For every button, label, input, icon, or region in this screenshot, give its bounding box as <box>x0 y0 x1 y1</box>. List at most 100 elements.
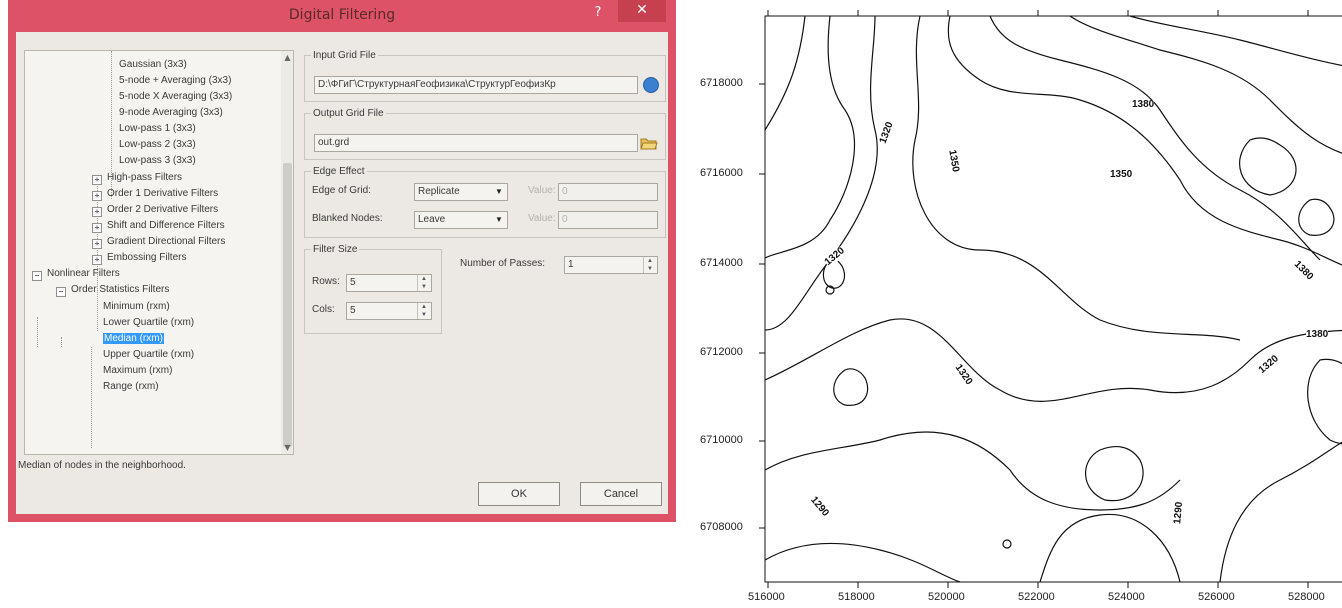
tree-item-highpass[interactable]: High-pass Filters <box>107 172 182 183</box>
cols-label: Cols: <box>312 304 335 315</box>
tree-item-5node-x[interactable]: 5-node X Averaging (3x3) <box>119 91 232 102</box>
blanked-nodes-value: Leave <box>418 214 446 225</box>
edge-effect-legend: Edge Effect <box>313 166 365 177</box>
expand-icon[interactable]: + <box>92 207 102 217</box>
chevron-down-icon: ▼ <box>495 215 503 224</box>
tree-item-lowpass3[interactable]: Low-pass 3 (3x3) <box>119 155 196 166</box>
x-tick-label: 526000 <box>1198 591 1235 603</box>
ok-button[interactable]: OK <box>478 482 560 506</box>
blanked-value-field[interactable]: 0 <box>558 211 658 229</box>
y-tick-label: 6710000 <box>700 434 743 446</box>
tree-item-upper-quartile[interactable]: Upper Quartile (rxm) <box>103 349 194 360</box>
filter-tree[interactable]: Gaussian (3x3) 5-node + Averaging (3x3) … <box>24 50 294 455</box>
tree-item-minimum[interactable]: Minimum (rxm) <box>103 301 170 312</box>
spinner-arrows-icon[interactable]: ▲ ▼ <box>643 257 656 273</box>
spinner-arrows-icon[interactable]: ▲ ▼ <box>417 303 430 319</box>
tree-scrollbar[interactable]: ▲ ▼ <box>281 51 293 454</box>
y-tick-label: 6718000 <box>700 77 743 89</box>
tree-item-shift-diff[interactable]: Shift and Difference Filters <box>107 220 225 231</box>
title-bar[interactable]: Digital Filtering ? ✕ <box>8 0 676 32</box>
edge-of-grid-value: Replicate <box>418 186 460 197</box>
tree-item-order2[interactable]: Order 2 Derivative Filters <box>107 204 218 215</box>
input-grid-legend: Input Grid File <box>313 50 376 61</box>
dialog-title: Digital Filtering <box>288 7 396 23</box>
expand-icon[interactable]: + <box>92 191 102 201</box>
collapse-icon[interactable]: − <box>56 287 66 297</box>
cancel-button[interactable]: Cancel <box>580 482 662 506</box>
tree-item-gaussian[interactable]: Gaussian (3x3) <box>119 59 187 70</box>
expand-icon[interactable]: + <box>92 175 102 185</box>
tree-guide <box>91 347 92 448</box>
tree-guide <box>37 317 38 347</box>
y-tick-label: 6708000 <box>700 521 743 533</box>
edge-of-grid-label: Edge of Grid: <box>312 185 371 196</box>
x-tick-label: 520000 <box>928 591 965 603</box>
scroll-up-icon[interactable]: ▲ <box>283 53 292 63</box>
blanked-value-label: Value: <box>528 213 556 224</box>
dialog-client: Gaussian (3x3) 5-node + Averaging (3x3) … <box>16 32 668 514</box>
tree-item-range[interactable]: Range (rxm) <box>103 381 159 392</box>
expand-icon[interactable]: + <box>92 239 102 249</box>
contour-label: 1380 <box>1132 99 1155 110</box>
contour-label: 1290 <box>1172 501 1186 525</box>
y-axis-ticks <box>759 83 765 529</box>
y-tick-label: 6716000 <box>700 167 743 179</box>
passes-label: Number of Passes: <box>460 258 546 269</box>
spinner-arrows-icon[interactable]: ▲ ▼ <box>417 275 430 291</box>
contour-plot <box>759 10 1342 588</box>
edge-value-label: Value: <box>528 185 556 196</box>
input-grid-field[interactable]: D:\ФГиГ\СтруктурнаяГеофизика\СтруктурГео… <box>314 76 638 94</box>
tree-item-gradient[interactable]: Gradient Directional Filters <box>107 236 225 247</box>
chevron-down-icon: ▼ <box>495 187 503 196</box>
output-grid-legend: Output Grid File <box>313 108 384 119</box>
contour-label: 1380 <box>1306 329 1329 340</box>
cols-value: 5 <box>350 305 356 316</box>
edge-value-field[interactable]: 0 <box>558 183 658 201</box>
scroll-down-icon[interactable]: ▼ <box>283 443 292 453</box>
tree-item-nonlinear[interactable]: Nonlinear Filters <box>47 268 120 279</box>
tree-item-maximum[interactable]: Maximum (rxm) <box>103 365 172 376</box>
x-tick-label: 524000 <box>1108 591 1145 603</box>
info-icon[interactable] <box>643 77 659 93</box>
filter-size-legend: Filter Size <box>313 244 358 255</box>
tree-item-order1[interactable]: Order 1 Derivative Filters <box>107 188 218 199</box>
tree-item-lowpass1[interactable]: Low-pass 1 (3x3) <box>119 123 196 134</box>
blanked-nodes-label: Blanked Nodes: <box>312 213 383 224</box>
rows-value: 5 <box>350 277 356 288</box>
digital-filtering-dialog: Digital Filtering ? ✕ Gaussian (3x3) 5-n… <box>8 0 676 522</box>
rows-spinner[interactable]: 5 ▲ ▼ <box>346 274 432 292</box>
contour-lines <box>764 15 1342 583</box>
scroll-thumb[interactable] <box>283 163 292 447</box>
x-axis-ticks <box>767 10 1309 588</box>
output-grid-field[interactable]: out.grd <box>314 134 638 152</box>
blanked-nodes-select[interactable]: Leave ▼ <box>414 211 508 229</box>
tree-item-9node[interactable]: 9-node Averaging (3x3) <box>119 107 223 118</box>
tree-item-lower-quartile[interactable]: Lower Quartile (rxm) <box>103 317 194 328</box>
tree-item-lowpass2[interactable]: Low-pass 2 (3x3) <box>119 139 196 150</box>
y-tick-label: 6714000 <box>700 257 743 269</box>
close-button[interactable]: ✕ <box>618 0 666 22</box>
tree-item-median[interactable]: Median (rxm) <box>103 333 164 344</box>
expand-icon[interactable]: + <box>92 255 102 265</box>
tree-item-5node-plus[interactable]: 5-node + Averaging (3x3) <box>119 75 231 86</box>
passes-spinner[interactable]: 1 ▲ ▼ <box>564 256 658 274</box>
open-folder-icon[interactable] <box>640 135 658 150</box>
rows-label: Rows: <box>312 276 340 287</box>
x-tick-label: 516000 <box>748 591 785 603</box>
help-button[interactable]: ? <box>589 4 607 22</box>
x-tick-label: 522000 <box>1018 591 1055 603</box>
cols-spinner[interactable]: 5 ▲ ▼ <box>346 302 432 320</box>
contour-label: 1350 <box>1110 169 1133 180</box>
tree-item-order-statistics[interactable]: Order Statistics Filters <box>71 284 169 295</box>
contour-map: 6718000 6716000 6714000 6712000 6710000 … <box>680 0 1342 608</box>
status-text: Median of nodes in the neighborhood. <box>18 460 186 471</box>
x-tick-label: 528000 <box>1288 591 1325 603</box>
collapse-icon[interactable]: − <box>32 271 42 281</box>
tree-item-embossing[interactable]: Embossing Filters <box>107 252 186 263</box>
tree-guide <box>61 337 62 347</box>
passes-value: 1 <box>568 259 574 270</box>
x-tick-label: 518000 <box>838 591 875 603</box>
expand-icon[interactable]: + <box>92 223 102 233</box>
y-tick-label: 6712000 <box>700 346 743 358</box>
edge-of-grid-select[interactable]: Replicate ▼ <box>414 183 508 201</box>
